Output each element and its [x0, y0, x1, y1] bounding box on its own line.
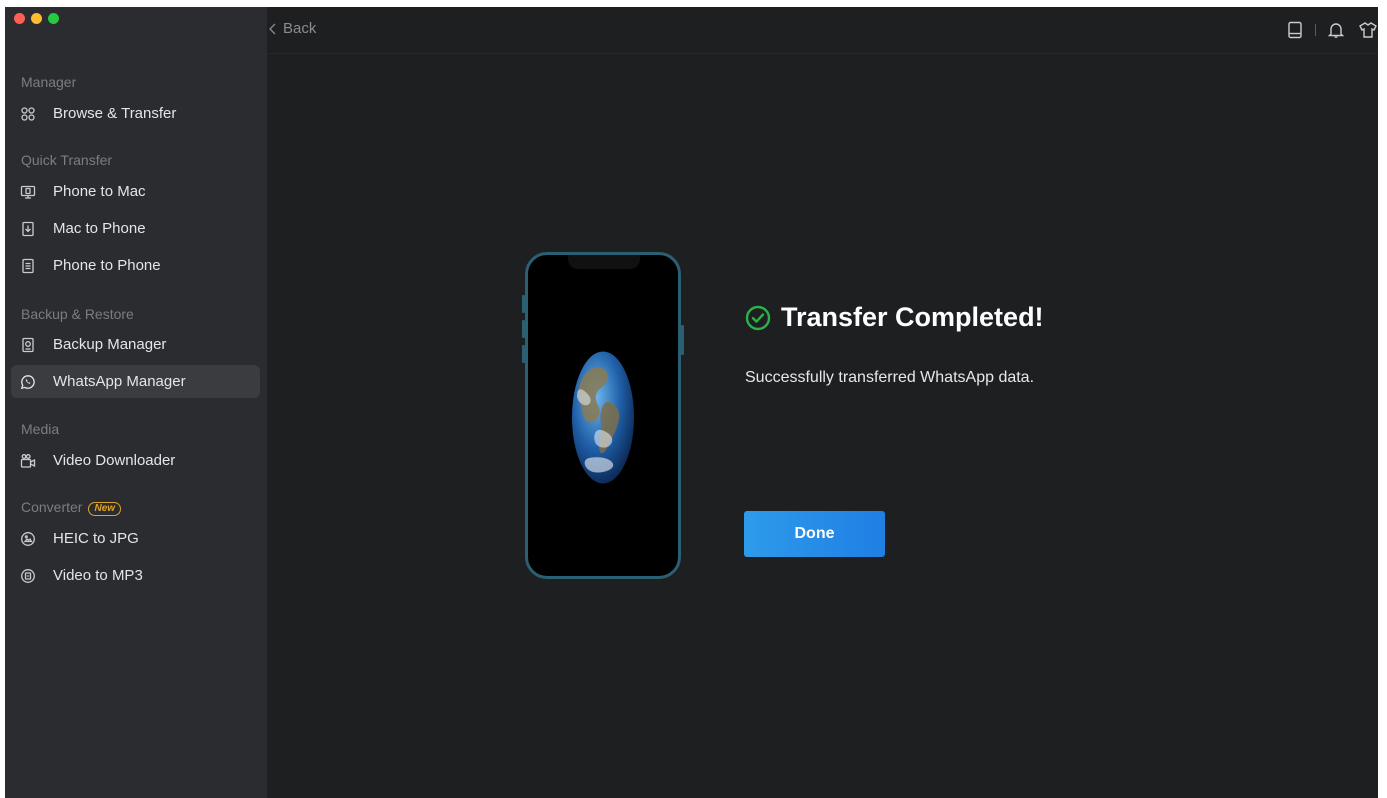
phone-side-button: [522, 345, 525, 363]
sidebar-item-backup-manager[interactable]: Backup Manager: [11, 328, 260, 361]
mac-to-phone-icon: [19, 220, 37, 238]
sidebar-item-label: Video to MP3: [53, 567, 143, 584]
section-backup-restore: Backup & Restore: [21, 306, 134, 322]
sidebar-item-label: HEIC to JPG: [53, 530, 139, 547]
section-converter-label: Converter: [21, 499, 83, 515]
video-downloader-icon: [19, 452, 37, 470]
sidebar-item-video-to-mp3[interactable]: Video to MP3: [11, 559, 260, 592]
close-window-button[interactable]: [14, 13, 25, 24]
sidebar-item-label: Backup Manager: [53, 336, 167, 353]
sidebar-item-label: Video Downloader: [53, 452, 176, 469]
bell-icon[interactable]: [1326, 20, 1346, 40]
sidebar-item-browse-transfer[interactable]: Browse & Transfer: [11, 97, 260, 130]
sidebar-item-label: Browse & Transfer: [53, 105, 177, 122]
phone-to-mac-icon: [19, 183, 37, 201]
success-title: Transfer Completed!: [781, 302, 1044, 332]
zoom-window-button[interactable]: [48, 13, 59, 24]
sidebar-item-heic-to-jpg[interactable]: HEIC to JPG: [11, 522, 260, 555]
success-message: Successfully transferred WhatsApp data.: [745, 369, 1035, 386]
phone-side-button: [522, 295, 525, 313]
phone-illustration: [522, 252, 684, 579]
divider: [1315, 24, 1316, 36]
sidebar-item-phone-to-mac[interactable]: Phone to Mac: [11, 175, 260, 208]
sidebar: Manager Browse & Transfer Quick Transfer…: [5, 7, 267, 798]
section-media: Media: [21, 421, 60, 437]
chevron-left-icon: [269, 23, 276, 34]
sidebar-item-label: Mac to Phone: [53, 220, 146, 237]
new-badge: New: [88, 502, 122, 516]
phone-to-phone-icon: [19, 257, 37, 275]
section-quick-transfer: Quick Transfer: [21, 152, 113, 168]
device-icon[interactable]: [1285, 20, 1305, 40]
browse-icon: [19, 105, 37, 123]
phone-notch: [568, 255, 640, 269]
sidebar-item-label: Phone to Phone: [53, 257, 161, 274]
top-bar: Back: [267, 7, 1378, 54]
heic-icon: [19, 530, 37, 548]
check-circle-icon: [745, 305, 771, 330]
done-button[interactable]: Done: [744, 511, 885, 557]
minimize-window-button[interactable]: [31, 13, 42, 24]
sidebar-item-label: WhatsApp Manager: [53, 373, 186, 390]
mp3-icon: [19, 567, 37, 585]
section-converter: Converter New: [21, 499, 122, 516]
whatsapp-icon: [19, 373, 37, 391]
section-manager: Manager: [21, 74, 77, 90]
shirt-icon[interactable]: [1358, 20, 1378, 40]
earth-image: [572, 351, 634, 484]
top-icons: [1285, 20, 1378, 40]
success-heading: Transfer Completed!: [745, 302, 1044, 333]
backup-icon: [19, 336, 37, 354]
phone-side-button: [522, 320, 525, 338]
sidebar-item-whatsapp-manager[interactable]: WhatsApp Manager: [11, 365, 260, 398]
sidebar-item-video-downloader[interactable]: Video Downloader: [11, 444, 260, 477]
sidebar-item-label: Phone to Mac: [53, 183, 146, 200]
window-controls: [14, 13, 59, 24]
phone-side-button: [681, 325, 684, 355]
back-button[interactable]: Back: [267, 20, 316, 37]
back-label: Back: [283, 20, 317, 37]
sidebar-item-phone-to-phone[interactable]: Phone to Phone: [11, 249, 260, 282]
sidebar-item-mac-to-phone[interactable]: Mac to Phone: [11, 212, 260, 245]
app-window: Manager Browse & Transfer Quick Transfer…: [5, 7, 1378, 798]
